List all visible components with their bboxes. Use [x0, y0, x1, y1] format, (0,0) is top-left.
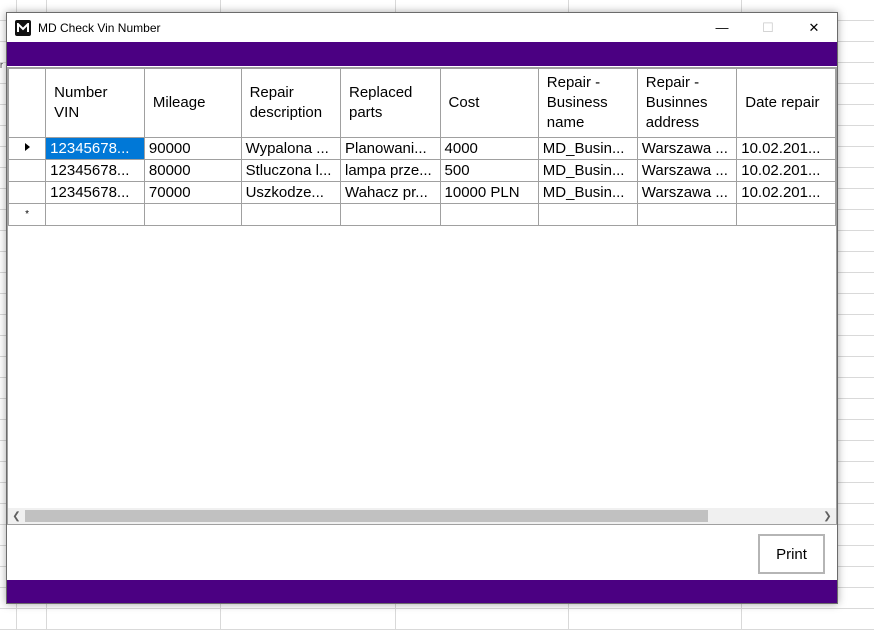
table-cell[interactable] — [143, 203, 242, 226]
table-cell[interactable] — [636, 203, 738, 226]
new-row-marker: * — [8, 203, 47, 226]
table-cell[interactable] — [736, 203, 836, 226]
table-cell[interactable]: Wahacz pr... — [340, 181, 441, 204]
table-cell[interactable] — [340, 203, 441, 226]
close-button[interactable]: ✕ — [791, 13, 837, 42]
scroll-right-arrow-icon[interactable]: ❯ — [819, 508, 836, 524]
new-row[interactable]: * — [8, 203, 836, 226]
repair-data-grid[interactable]: Number VIN Mileage Repair description Re… — [7, 67, 837, 525]
column-header-vin[interactable]: Number VIN — [45, 68, 145, 138]
table-cell[interactable]: 10000 PLN — [439, 181, 539, 204]
table-cell[interactable]: Warszawa ... — [636, 159, 738, 182]
row-header-current[interactable] — [8, 137, 47, 160]
table-cell[interactable]: MD_Busin... — [537, 159, 638, 182]
table-cell[interactable]: 12345678... — [45, 159, 145, 182]
table-cell[interactable] — [439, 203, 539, 226]
table-cell[interactable]: 12345678... — [45, 137, 145, 160]
row-header[interactable] — [8, 159, 47, 182]
table-cell[interactable] — [537, 203, 638, 226]
column-header-business-name[interactable]: Repair - Business name — [537, 68, 638, 138]
table-cell[interactable]: 70000 — [143, 181, 242, 204]
table-cell[interactable]: lampa prze... — [340, 159, 441, 182]
scrollbar-track[interactable] — [25, 508, 819, 524]
table-cell[interactable]: Warszawa ... — [636, 137, 738, 160]
table-cell[interactable]: 90000 — [143, 137, 242, 160]
column-header-cost[interactable]: Cost — [439, 68, 539, 138]
scrollbar-thumb[interactable] — [25, 510, 708, 522]
column-header-business-address[interactable]: Repair - Businnes address — [636, 68, 738, 138]
table-cell[interactable]: 500 — [439, 159, 539, 182]
repair-table: Number VIN Mileage Repair description Re… — [8, 68, 836, 226]
maximize-button[interactable]: ☐ — [745, 13, 791, 42]
table-cell[interactable]: 12345678... — [45, 181, 145, 204]
horizontal-scrollbar[interactable]: ❮ ❯ — [8, 508, 836, 524]
app-logo-icon — [15, 19, 31, 36]
column-header-repair-description[interactable]: Repair description — [240, 68, 342, 138]
scroll-left-arrow-icon[interactable]: ❮ — [8, 508, 25, 524]
table-cell[interactable]: Uszkodze... — [240, 181, 342, 204]
table-cell[interactable]: Stluczona l... — [240, 159, 342, 182]
table-cell[interactable]: 10.02.201... — [736, 159, 836, 182]
print-button[interactable]: Print — [758, 534, 825, 574]
current-row-arrow-icon — [24, 142, 30, 151]
table-cell[interactable] — [240, 203, 342, 226]
table-cell[interactable]: Planowani... — [340, 137, 441, 160]
header-row: Number VIN Mileage Repair description Re… — [8, 68, 836, 138]
table-cell[interactable]: 10.02.201... — [736, 181, 836, 204]
title-bar[interactable]: MD Check Vin Number — ☐ ✕ — [7, 13, 837, 42]
table-cell[interactable]: Warszawa ... — [636, 181, 738, 204]
table-row[interactable]: 12345678... 90000 Wypalona ... Planowani… — [8, 137, 836, 160]
footer-accent-bar — [7, 580, 837, 603]
row-header[interactable] — [8, 181, 47, 204]
column-header-date-repair[interactable]: Date repair — [736, 68, 836, 138]
table-cell[interactable] — [45, 203, 145, 226]
table-row[interactable]: 12345678... 80000 Stluczona l... lampa p… — [8, 159, 836, 182]
minimize-button[interactable]: — — [699, 13, 745, 42]
table-cell[interactable]: 80000 — [143, 159, 242, 182]
table-cell[interactable]: MD_Busin... — [537, 181, 638, 204]
column-header-mileage[interactable]: Mileage — [143, 68, 242, 138]
corner-header[interactable] — [8, 68, 47, 138]
window-controls: — ☐ ✕ — [699, 13, 837, 42]
table-cell[interactable]: Wypalona ... — [240, 137, 342, 160]
table-cell[interactable]: 4000 — [439, 137, 539, 160]
background-edge-text: r — [0, 60, 3, 70]
table-cell[interactable]: MD_Busin... — [537, 137, 638, 160]
table-cell[interactable]: 10.02.201... — [736, 137, 836, 160]
app-window: MD Check Vin Number — ☐ ✕ Number VIN Mil… — [6, 12, 838, 604]
table-row[interactable]: 12345678... 70000 Uszkodze... Wahacz pr.… — [8, 181, 836, 204]
column-header-replaced-parts[interactable]: Replaced parts — [340, 68, 441, 138]
window-title: MD Check Vin Number — [38, 20, 161, 35]
header-accent-bar — [7, 42, 837, 66]
